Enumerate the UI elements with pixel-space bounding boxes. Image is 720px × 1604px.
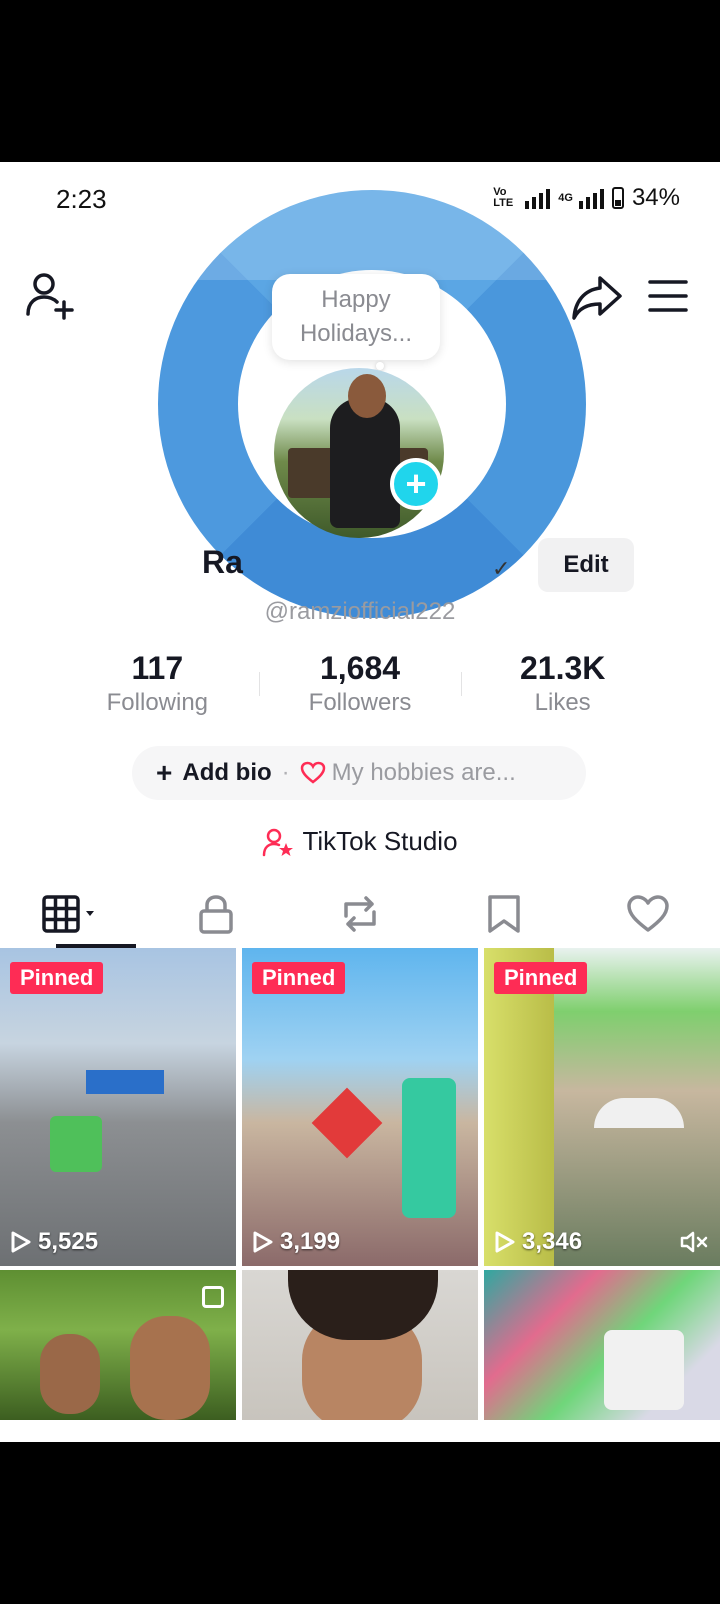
video-scene xyxy=(40,1334,100,1414)
video-scene xyxy=(402,1078,456,1218)
profile-tabs xyxy=(0,876,720,952)
lock-icon xyxy=(199,895,233,934)
status-time: 2:23 xyxy=(56,184,107,214)
play-icon xyxy=(253,1231,273,1253)
video-scene xyxy=(484,948,554,1266)
video-scene xyxy=(288,1270,438,1340)
view-count: 5,525 xyxy=(10,1228,98,1256)
bio-separator: · xyxy=(281,759,290,786)
stat-likes[interactable]: 21.3K Likes xyxy=(461,650,664,720)
view-count-value: 3,199 xyxy=(280,1228,341,1255)
avatar-head xyxy=(348,374,386,418)
stat-followers[interactable]: 1,684 Followers xyxy=(258,650,462,720)
stat-following[interactable]: 117 Following xyxy=(56,650,259,720)
video-grid: Pinned 5,525 Pinned 3,199 Pinned 3,346 xyxy=(0,948,720,1420)
tab-private[interactable] xyxy=(144,876,288,952)
tab-favorites[interactable] xyxy=(432,876,576,952)
add-friend-button[interactable] xyxy=(24,270,76,322)
story-note-bubble[interactable]: Happy Holidays... xyxy=(272,274,440,360)
pinned-badge: Pinned xyxy=(252,962,346,994)
stat-value: 21.3K xyxy=(519,650,606,686)
photo-carousel-icon xyxy=(202,1286,224,1308)
hamburger-menu-icon xyxy=(648,280,688,312)
creator-star-icon xyxy=(263,828,294,856)
video-tile[interactable] xyxy=(0,1270,236,1420)
heart-outline-icon xyxy=(300,761,325,784)
video-tile[interactable] xyxy=(484,1270,720,1420)
play-icon xyxy=(495,1231,515,1253)
stat-value: 117 xyxy=(131,650,184,686)
add-bio-button[interactable]: + Add bio · My hobbies are... xyxy=(132,746,586,800)
chevron-down-icon[interactable]: ✓ xyxy=(492,556,510,582)
stat-value: 1,684 xyxy=(319,650,401,686)
mute-icon[interactable] xyxy=(680,1230,710,1254)
pinned-badge: Pinned xyxy=(494,962,588,994)
view-count: 3,346 xyxy=(494,1228,582,1256)
bubble-tail xyxy=(376,362,384,370)
add-bio-label: Add bio xyxy=(182,759,272,786)
stat-label: Following xyxy=(106,689,209,716)
profile-handle: @ramziofficial222 xyxy=(264,598,456,625)
play-icon xyxy=(11,1231,31,1253)
pinned-badge: Pinned xyxy=(10,962,104,994)
video-tile[interactable] xyxy=(242,1270,478,1420)
video-tile[interactable]: Pinned 3,199 xyxy=(242,948,478,1266)
profile-name: Ra xyxy=(202,544,243,580)
video-scene xyxy=(130,1316,210,1420)
profile-screen: 2:23 VoLTE 4G 34% Happy Holidays... xyxy=(0,162,720,1442)
video-scene xyxy=(50,1116,102,1172)
profile-stats: 117 Following 1,684 Followers 21.3K Like… xyxy=(56,650,664,720)
battery-icon xyxy=(611,187,624,209)
bookmark-icon xyxy=(488,895,520,933)
battery-percent: 34% xyxy=(631,184,680,211)
studio-label: TikTok Studio xyxy=(302,826,458,856)
add-user-icon xyxy=(26,273,74,320)
plus-icon: + xyxy=(156,757,173,788)
avatar[interactable] xyxy=(274,368,444,538)
view-count-value: 5,525 xyxy=(38,1228,99,1255)
stat-label: Followers xyxy=(308,689,412,716)
repost-icon xyxy=(344,896,376,932)
add-story-plus-icon[interactable]: + xyxy=(390,458,442,510)
video-scene xyxy=(604,1330,684,1410)
tab-videos-grid[interactable] xyxy=(0,876,144,952)
video-scene xyxy=(311,1087,383,1159)
video-tile[interactable]: Pinned 5,525 xyxy=(0,948,236,1266)
video-scene xyxy=(594,1098,684,1128)
bio-hint: My hobbies are... xyxy=(331,759,516,786)
tab-reposts[interactable] xyxy=(288,876,432,952)
view-count-value: 3,346 xyxy=(522,1228,583,1255)
menu-button[interactable] xyxy=(646,274,690,318)
edit-profile-button[interactable]: Edit xyxy=(538,538,634,592)
grid-icon xyxy=(42,895,94,933)
tab-liked[interactable] xyxy=(576,876,720,952)
video-scene xyxy=(86,1070,164,1094)
video-tile[interactable]: Pinned 3,346 xyxy=(484,948,720,1266)
heart-icon xyxy=(627,895,669,932)
view-count: 3,199 xyxy=(252,1228,340,1256)
stat-label: Likes xyxy=(534,689,591,716)
tiktok-studio-link[interactable]: TikTok Studio xyxy=(0,826,720,857)
